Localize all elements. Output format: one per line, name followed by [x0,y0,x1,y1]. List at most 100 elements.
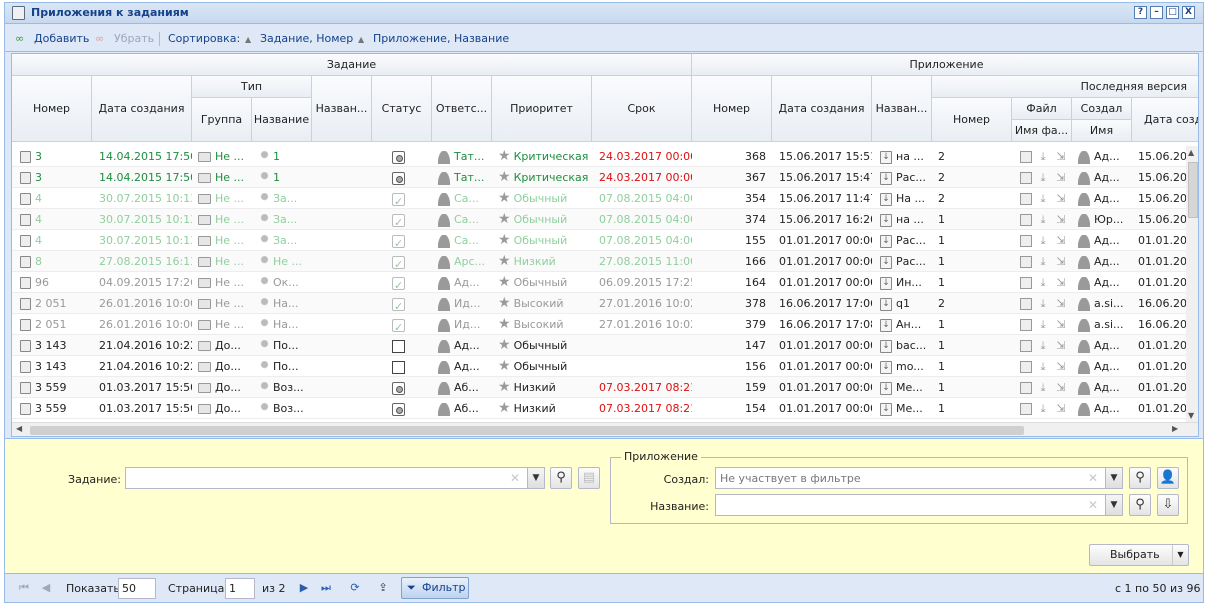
save-icon[interactable] [1020,361,1032,373]
download-icon[interactable]: ⤓ [1036,193,1050,205]
table-row[interactable]: 3 14.04.2015 17:50 Не ... 1 Тат... ★ Крит… [12,167,1192,188]
chevron-down-icon[interactable]: ▼ [1105,495,1122,515]
open-app-button[interactable]: ⇩ [1157,494,1179,516]
save-icon[interactable] [1020,172,1032,184]
download-icon[interactable]: ⤓ [1036,361,1050,373]
search-task-button[interactable]: ⚲ [550,467,572,489]
attachment-download-icon[interactable]: ↓ [880,234,892,248]
open-creator-button[interactable]: 👤 [1157,467,1179,489]
header-file-name[interactable]: Имя фа... [1012,120,1072,142]
download-icon[interactable]: ⤓ [1036,403,1050,415]
table-row[interactable]: 3 14.04.2015 17:50 Не ... 1 Тат... ★ Крит… [12,146,1192,167]
save-icon[interactable] [1020,256,1032,268]
table-row[interactable]: 2 051 26.01.2016 10:00 Не ... На... Ид..… [12,293,1192,314]
table-row[interactable]: 4 30.07.2015 10:13 Не ... За... Са... ★О… [12,188,1192,209]
attachment-download-icon[interactable]: ↓ [880,339,892,353]
table-row[interactable]: 4 30.07.2015 10:13 Не ... За... Са... ★О… [12,209,1192,230]
header-type-name[interactable]: Название [252,98,312,142]
download-icon[interactable]: ⤓ [1036,214,1050,226]
vertical-scroll-thumb[interactable] [1188,162,1198,218]
prev-page-icon[interactable]: ◀ [37,579,55,597]
preview-icon[interactable]: ⇲ [1054,214,1068,226]
preview-icon[interactable]: ⇲ [1054,403,1068,415]
header-name[interactable]: Назван... [312,76,372,142]
page-number-input[interactable]: 1 [225,578,255,599]
maximize-button[interactable]: □ [1166,6,1179,19]
remove-button[interactable]: Убрать [114,32,154,45]
sort-app-name-button[interactable]: Приложение, Название [373,32,509,45]
save-icon[interactable] [1020,340,1032,352]
chevron-down-icon[interactable]: ▼ [1172,545,1188,565]
clear-icon[interactable]: ✕ [1088,471,1098,485]
preview-icon[interactable]: ⇲ [1054,361,1068,373]
table-row[interactable]: 3 559 01.03.2017 15:50 До... Воз... Аб..… [12,377,1192,398]
clear-icon[interactable]: ✕ [1088,498,1098,512]
chevron-down-icon[interactable]: ▼ [527,468,544,488]
attachment-download-icon[interactable]: ↓ [880,381,892,395]
clear-icon[interactable]: ✕ [510,471,520,485]
save-icon[interactable] [1020,403,1032,415]
search-name-button[interactable]: ⚲ [1129,494,1151,516]
minimize-button[interactable]: – [1150,6,1163,19]
attachment-download-icon[interactable]: ↓ [880,318,892,332]
download-icon[interactable]: ⤓ [1036,172,1050,184]
download-icon[interactable]: ⤓ [1036,382,1050,394]
refresh-icon[interactable]: ⟳ [346,579,364,597]
preview-icon[interactable]: ⇲ [1054,319,1068,331]
table-row[interactable]: 96 04.09.2015 17:26 Не ... Ок... Ад... ★… [12,272,1192,293]
save-icon[interactable] [1020,235,1032,247]
last-page-icon[interactable]: ⏭ [317,579,335,597]
header-app-created[interactable]: Дата создания [772,76,872,142]
preview-icon[interactable]: ⇲ [1054,235,1068,247]
header-created[interactable]: Дата создания [92,76,192,142]
header-creator-name[interactable]: Имя [1072,120,1132,142]
header-app-num[interactable]: Номер [692,76,772,142]
download-icon[interactable]: ⤓ [1036,298,1050,310]
preview-icon[interactable]: ⇲ [1054,277,1068,289]
header-ver-num[interactable]: Номер [932,98,1012,142]
header-num[interactable]: Номер [12,76,92,142]
scroll-up-icon[interactable]: ▲ [1188,148,1194,157]
download-icon[interactable]: ⤓ [1036,277,1050,289]
scroll-left-icon[interactable]: ◀ [16,424,22,433]
save-icon[interactable] [1020,193,1032,205]
name-filter-combo[interactable]: ✕ ▼ [715,494,1123,516]
preview-icon[interactable]: ⇲ [1054,151,1068,163]
table-row[interactable]: 4 30.07.2015 10:13 Не ... За... Са... ★О… [12,230,1192,251]
select-button[interactable]: Выбрать ▼ [1089,544,1189,566]
header-due[interactable]: Срок [592,76,692,142]
table-row[interactable]: 2 051 26.01.2016 10:00 Не ... На... Ид..… [12,314,1192,335]
empty-status-checkbox[interactable] [392,339,405,353]
horizontal-scrollbar[interactable]: ◀ ▶ [12,422,1198,436]
header-status[interactable]: Статус [372,76,432,142]
scroll-right-icon[interactable]: ▶ [1172,424,1178,433]
preview-icon[interactable]: ⇲ [1054,298,1068,310]
attachment-download-icon[interactable]: ↓ [880,171,892,185]
attachment-download-icon[interactable]: ↓ [880,255,892,269]
header-ver-created[interactable]: Дата созда [1132,98,1198,142]
add-button[interactable]: Добавить [34,32,89,45]
empty-status-checkbox[interactable] [392,360,405,374]
sort-task-number-button[interactable]: Задание, Номер [260,32,353,45]
save-icon[interactable] [1020,277,1032,289]
header-priority[interactable]: Приоритет [492,76,592,142]
page-size-input[interactable]: 50 [118,578,156,599]
vertical-scrollbar[interactable]: ▲ ▼ [1186,146,1198,422]
download-icon[interactable]: ⤓ [1036,151,1050,163]
chevron-down-icon[interactable]: ▼ [1105,468,1122,488]
download-icon[interactable]: ⤓ [1036,235,1050,247]
horizontal-scroll-thumb[interactable] [30,426,1024,435]
table-row[interactable]: 3 143 21.04.2016 10:22 До... По... Ад...… [12,356,1192,377]
first-page-icon[interactable]: ⏮ [15,579,33,597]
header-app-name[interactable]: Назван... [872,76,932,142]
save-icon[interactable] [1020,382,1032,394]
help-button[interactable]: ? [1134,6,1147,19]
attachment-download-icon[interactable]: ↓ [880,213,892,227]
attachment-download-icon[interactable]: ↓ [880,276,892,290]
save-icon[interactable] [1020,319,1032,331]
preview-icon[interactable]: ⇲ [1054,172,1068,184]
attachment-download-icon[interactable]: ↓ [880,150,892,164]
preview-icon[interactable]: ⇲ [1054,340,1068,352]
preview-icon[interactable]: ⇲ [1054,256,1068,268]
attachment-download-icon[interactable]: ↓ [880,402,892,416]
